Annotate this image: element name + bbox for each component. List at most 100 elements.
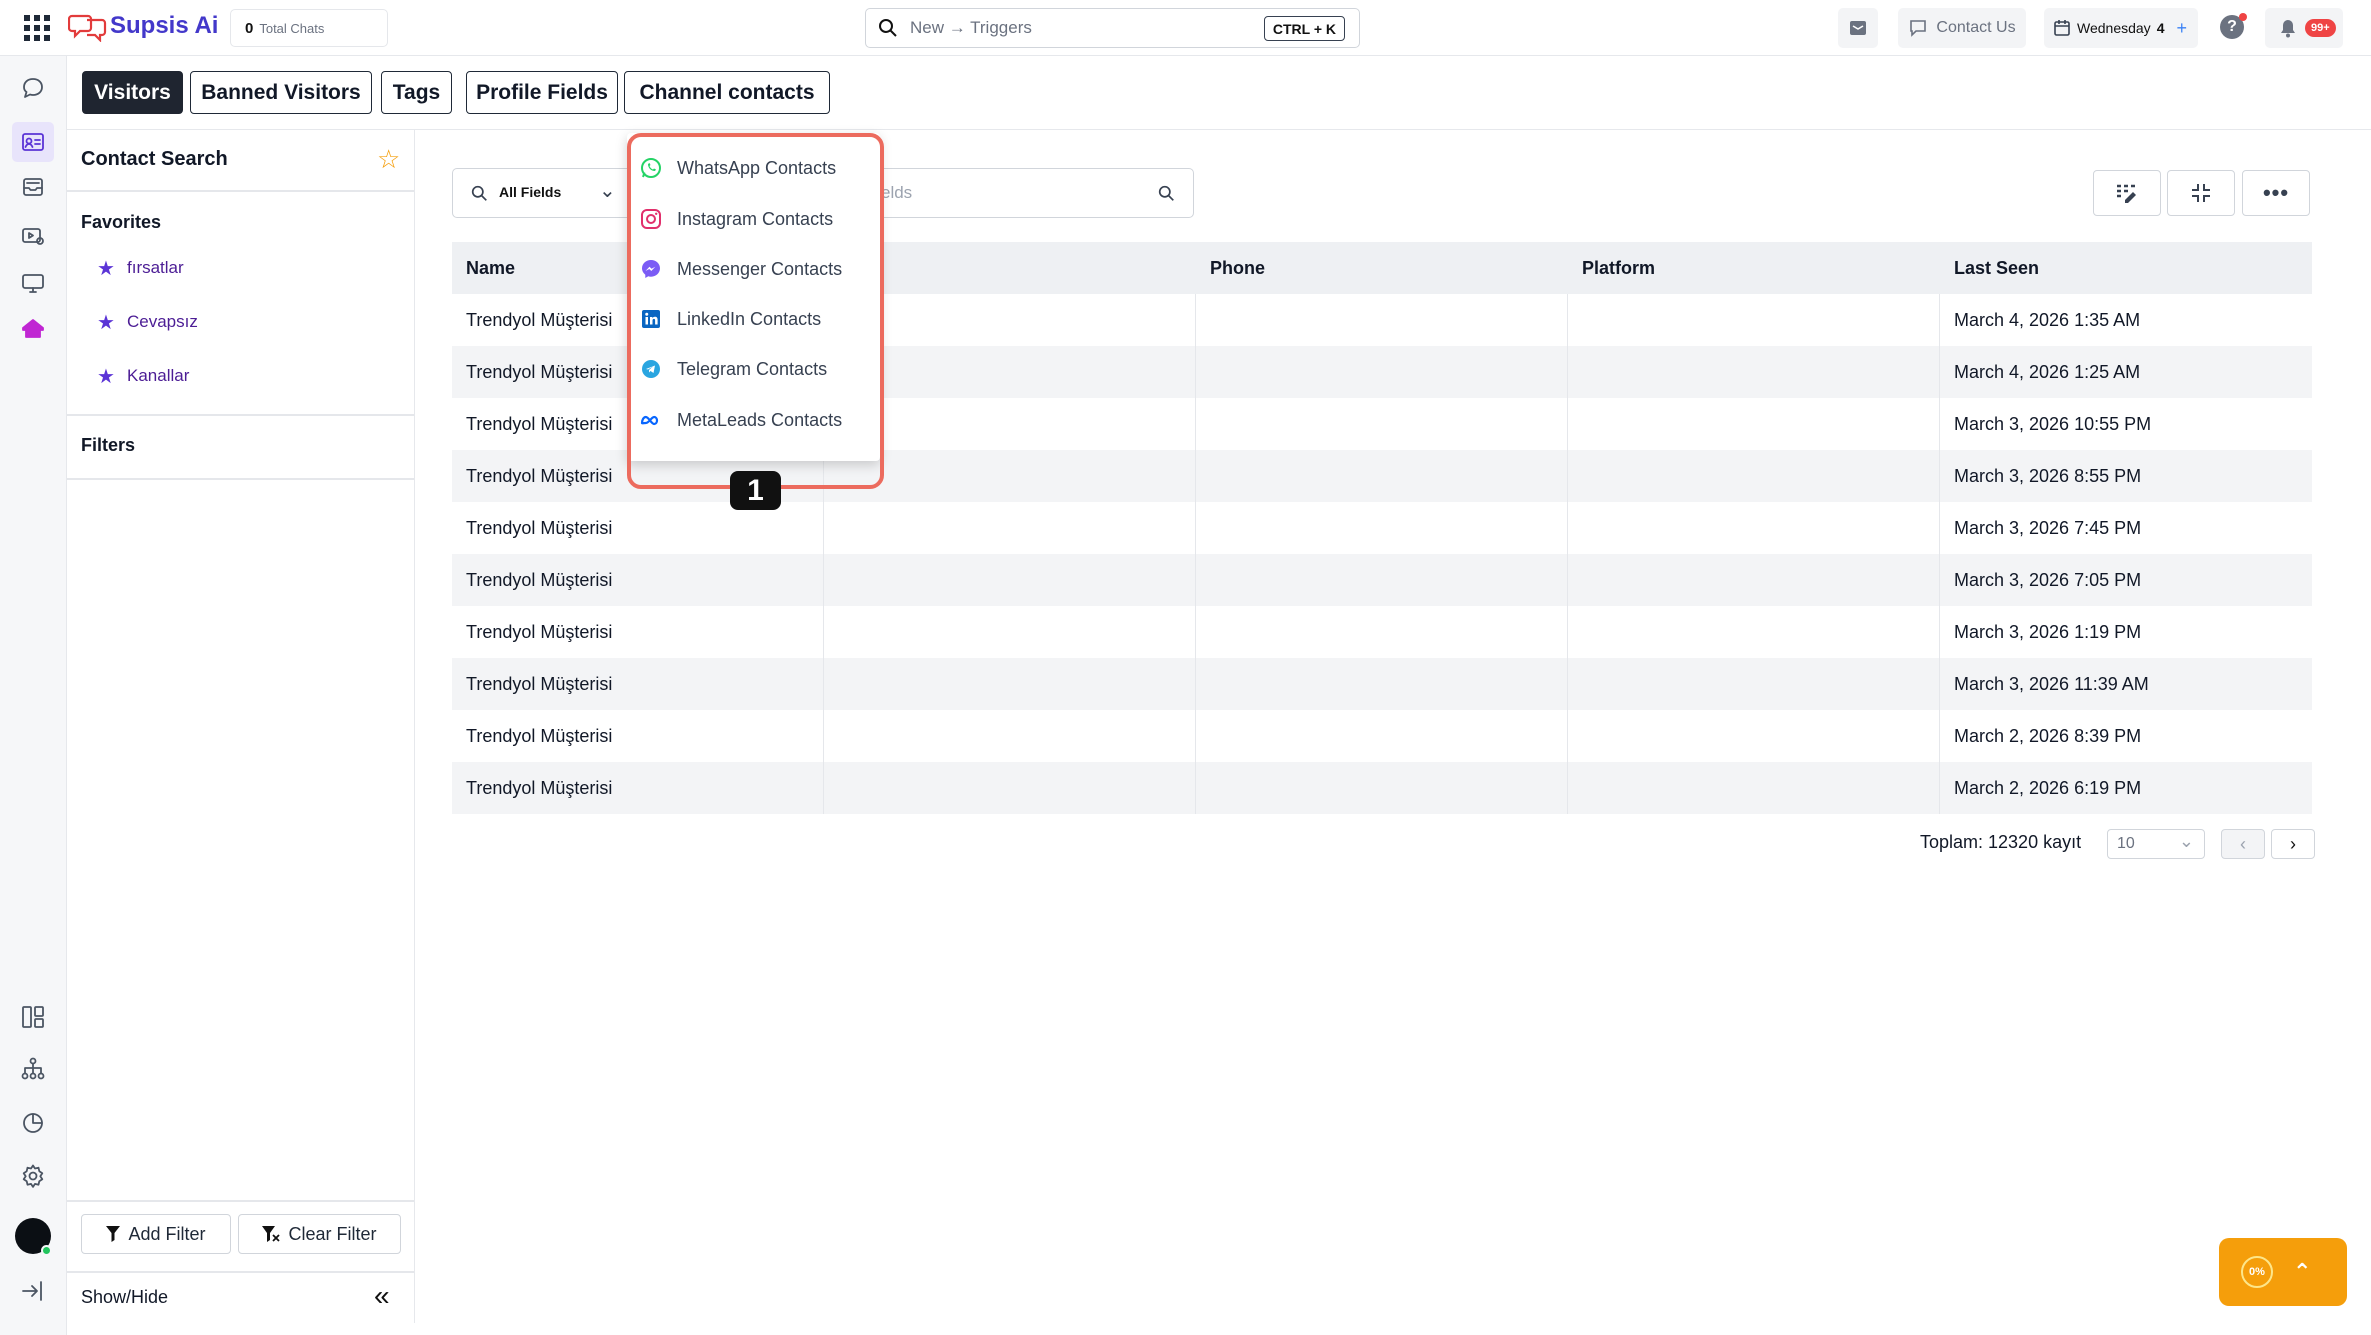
column-header-phone[interactable]: Phone — [1196, 242, 1568, 294]
add-filter-button[interactable]: Add Filter — [81, 1214, 231, 1254]
tab-visitors[interactable]: Visitors — [82, 71, 183, 114]
chats-icon[interactable] — [18, 73, 48, 103]
archive-icon[interactable] — [18, 172, 48, 202]
date-number: 4 — [2156, 20, 2165, 36]
tab-profile-fields[interactable]: Profile Fields — [466, 71, 618, 114]
dropdown-item-label: Messenger Contacts — [677, 258, 843, 279]
date-widget[interactable]: Wednesday 4 + — [2044, 8, 2198, 48]
field-select[interactable]: All Fields — [499, 184, 561, 200]
add-event-icon[interactable]: + — [2176, 18, 2187, 39]
cell-phone — [1196, 606, 1568, 658]
search-icon — [879, 19, 897, 37]
calendar-icon — [2054, 20, 2070, 36]
dropdown-item-label: LinkedIn Contacts — [677, 308, 822, 329]
cell-platform — [1568, 502, 1940, 554]
compress-icon — [2192, 184, 2210, 202]
panel-divider — [67, 478, 414, 480]
dropdown-item-metaleads[interactable]: MetaLeads Contacts — [639, 395, 842, 445]
logo-icon — [67, 12, 108, 43]
cell-last-seen: March 4, 2026 1:35 AM — [1954, 309, 2141, 330]
prev-page-button[interactable]: ‹ — [2221, 829, 2265, 859]
star-icon: ★ — [97, 311, 115, 334]
favorite-item[interactable]: ★ Kanallar — [97, 361, 189, 391]
cell-email — [824, 710, 1196, 762]
dropdown-item-messenger[interactable]: Messenger Contacts — [639, 244, 842, 294]
help-dot — [2239, 13, 2247, 21]
cell-last-seen: March 4, 2026 1:25 AM — [1954, 361, 2141, 382]
media-settings-icon[interactable] — [18, 221, 48, 251]
cell-platform — [1568, 450, 1940, 502]
next-page-button[interactable]: › — [2271, 829, 2315, 859]
collapse-rail-icon[interactable] — [18, 1276, 48, 1306]
global-search[interactable]: New → Triggers CTRL + K — [865, 8, 1360, 48]
flow-icon[interactable] — [18, 1054, 48, 1084]
progress-widget[interactable]: 0% ⌃ — [2219, 1238, 2347, 1306]
search-submit-icon[interactable] — [1158, 185, 1175, 202]
monitor-icon[interactable] — [18, 268, 48, 298]
left-rail — [0, 56, 67, 1335]
cell-name: Trendyol Müşterisi — [452, 606, 824, 658]
compact-view-button[interactable] — [2167, 170, 2235, 216]
home-icon[interactable] — [18, 314, 48, 344]
favorite-item[interactable]: ★ fırsatlar — [97, 253, 184, 283]
star-icon: ★ — [97, 365, 115, 388]
day-label: Wednesday — [2077, 20, 2151, 36]
cell-phone — [1196, 554, 1568, 606]
clear-funnel-icon — [262, 1226, 281, 1242]
favorite-star-icon[interactable]: ☆ — [377, 144, 400, 175]
dropdown-item-linkedin[interactable]: LinkedIn Contacts — [639, 294, 821, 344]
inbox-button[interactable] — [1838, 8, 1878, 48]
settings-gear-icon[interactable] — [18, 1161, 48, 1191]
dropdown-item-telegram[interactable]: Telegram Contacts — [639, 344, 827, 394]
page-size-select[interactable]: 10 ⌄ — [2107, 829, 2205, 859]
chevron-down-icon[interactable]: ⌄ — [599, 178, 616, 203]
collapse-panel-icon[interactable]: « — [374, 1280, 390, 1312]
panel-title: Contact Search — [81, 148, 228, 170]
total-chats-box[interactable]: 0 Total Chats — [230, 9, 388, 47]
layout-icon[interactable] — [18, 1002, 48, 1032]
notification-button[interactable]: 99+ — [2265, 8, 2343, 48]
more-options-button[interactable]: ••• — [2242, 170, 2310, 216]
table-row[interactable]: Trendyol Müşterisi March 3, 2026 1:19 PM — [452, 606, 2312, 658]
cell-platform — [1568, 346, 1940, 398]
global-search-placeholder: New → Triggers — [910, 18, 1032, 37]
reports-icon[interactable] — [18, 1108, 48, 1138]
tab-bar: Visitors Banned Visitors Tags Profile Fi… — [67, 56, 2371, 130]
chevron-up-icon[interactable]: ⌃ — [2293, 1259, 2311, 1285]
table-row[interactable]: Trendyol Müşterisi March 3, 2026 7:05 PM — [452, 554, 2312, 606]
apps-grid-icon[interactable] — [24, 15, 50, 41]
tab-tags[interactable]: Tags — [381, 71, 452, 114]
show-hide-label[interactable]: Show/Hide — [81, 1287, 168, 1308]
cell-name: Trendyol Müşterisi — [452, 710, 824, 762]
table-row[interactable]: Trendyol Müşterisi March 3, 2026 11:39 AM — [452, 658, 2312, 710]
column-header-platform[interactable]: Platform — [1568, 242, 1940, 294]
tab-channel-contacts[interactable]: Channel contacts — [624, 71, 830, 114]
table-row[interactable]: Trendyol Müşterisi March 2, 2026 8:39 PM — [452, 710, 2312, 762]
dropdown-item-instagram[interactable]: Instagram Contacts — [639, 194, 833, 244]
cell-platform — [1568, 710, 1940, 762]
column-settings-button[interactable] — [2093, 170, 2161, 216]
chevron-down-icon: ⌄ — [2178, 831, 2194, 851]
clear-filter-button[interactable]: Clear Filter — [238, 1214, 401, 1254]
contact-search-panel: Contact Search ☆ Favorites ★ fırsatlar ★ C… — [67, 130, 415, 1323]
column-header-last-seen[interactable]: Last Seen — [1940, 242, 2312, 294]
table-row[interactable]: Trendyol Müşterisi March 3, 2026 7:45 PM — [452, 502, 2312, 554]
cell-name: Trendyol Müşterisi — [452, 554, 824, 606]
cell-email — [824, 606, 1196, 658]
meta-icon — [640, 415, 659, 426]
cell-name: Trendyol Müşterisi — [452, 658, 824, 710]
contacts-icon[interactable] — [12, 122, 54, 162]
dropdown-item-label: Telegram Contacts — [677, 358, 828, 379]
favorite-label: Kanallar — [127, 366, 190, 385]
cell-phone — [1196, 710, 1568, 762]
search-input[interactable]: elds — [881, 183, 912, 203]
favorite-item[interactable]: ★ Cevapsız — [97, 307, 198, 337]
total-records: Toplam: 12320 kayıt — [1920, 832, 2082, 852]
dropdown-item-whatsapp[interactable]: WhatsApp Contacts — [639, 143, 836, 193]
table-row[interactable]: Trendyol Müşterisi March 2, 2026 6:19 PM — [452, 762, 2312, 814]
contact-us-button[interactable]: Contact Us — [1898, 8, 2026, 48]
tab-banned-visitors[interactable]: Banned Visitors — [190, 71, 372, 114]
panel-divider — [67, 414, 414, 416]
cell-last-seen: March 3, 2026 7:05 PM — [1954, 569, 2142, 590]
whatsapp-icon — [641, 158, 661, 178]
